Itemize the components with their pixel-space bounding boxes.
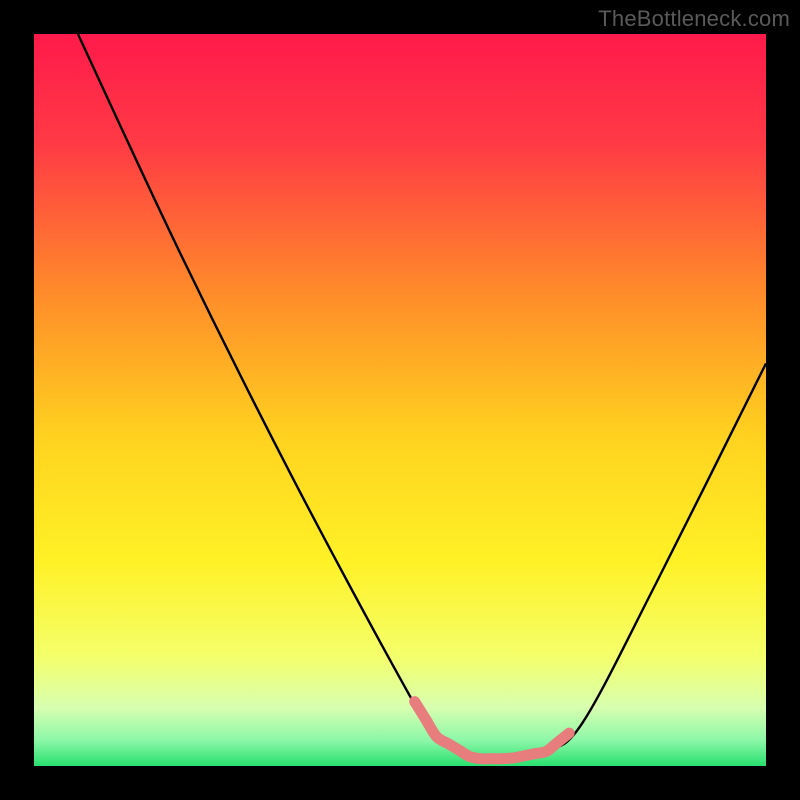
watermark-text: TheBottleneck.com — [598, 6, 790, 32]
bottleneck-chart — [0, 0, 800, 800]
plot-background — [34, 34, 766, 766]
chart-frame: TheBottleneck.com — [0, 0, 800, 800]
